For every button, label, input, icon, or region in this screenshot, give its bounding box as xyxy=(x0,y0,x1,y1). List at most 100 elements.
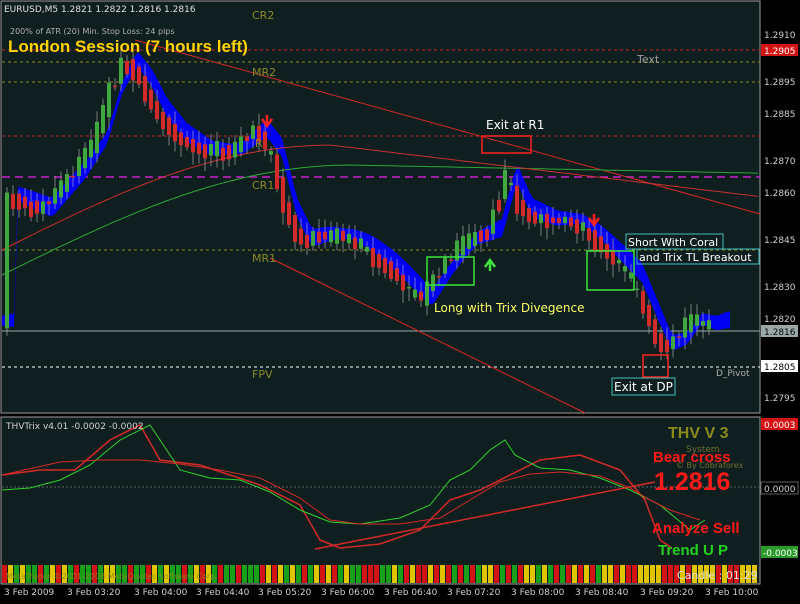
candle-body xyxy=(149,89,153,110)
candle-body xyxy=(515,185,519,214)
candle-body xyxy=(269,151,273,155)
heat-bar-cell xyxy=(350,565,355,583)
price-tick: 1.2885 xyxy=(764,110,796,120)
heat-bar-cell xyxy=(398,565,403,583)
heat-bar-cell xyxy=(470,565,475,583)
heat-bar-cell xyxy=(422,565,427,583)
candle-timer: Candle : 01:29 xyxy=(677,569,758,582)
candle-body xyxy=(263,131,267,150)
heat-bar-cell xyxy=(650,565,655,583)
candle-body xyxy=(227,144,231,160)
heat-bar-cell xyxy=(434,565,439,583)
candle-body xyxy=(617,259,621,264)
candle-body xyxy=(293,215,297,242)
candle-body xyxy=(389,261,393,279)
heat-bar-cell xyxy=(380,565,385,583)
candle-body xyxy=(53,188,57,204)
candle-body xyxy=(653,319,657,345)
candle-body xyxy=(59,180,63,198)
mr1-label: MR1 xyxy=(252,252,276,265)
candle-body xyxy=(695,314,699,327)
candle-body xyxy=(233,141,237,158)
candle-body xyxy=(683,317,687,338)
exit-r1-label: Exit at R1 xyxy=(486,118,544,132)
candle-body xyxy=(209,144,213,156)
heat-bar-cell xyxy=(608,565,613,583)
heat-bar-cell xyxy=(512,565,517,583)
candle-body xyxy=(245,136,249,142)
candle-body xyxy=(131,59,135,81)
candle-body xyxy=(119,57,123,84)
time-tick: 3 Feb 04:00 xyxy=(134,588,188,598)
heat-bar-cell xyxy=(596,565,601,583)
heat-bar-cell xyxy=(446,565,451,583)
candle-body xyxy=(203,144,207,159)
candle-body xyxy=(83,147,87,169)
heat-bar-cell xyxy=(308,565,313,583)
candle-body xyxy=(545,213,549,229)
candle-body xyxy=(623,266,627,272)
candle-body xyxy=(35,200,39,214)
analyze-text: Analyze Sell xyxy=(652,520,740,537)
candle-body xyxy=(23,196,27,209)
candle-body xyxy=(287,202,291,225)
exit-dp-label: Exit at DP xyxy=(614,380,673,394)
candle-body xyxy=(527,208,531,223)
price-chart[interactable]: EURUSD,M5 1.2821 1.2822 1.2816 1.2816 20… xyxy=(0,0,800,600)
candle-body xyxy=(155,101,159,120)
heat-bar-cell xyxy=(476,565,481,583)
candle-body xyxy=(413,289,417,298)
metatrader-chart-window[interactable]: EURUSD,M5 1.2821 1.2822 1.2816 1.2816 20… xyxy=(0,0,800,600)
heat-bar-cell xyxy=(404,565,409,583)
candle-body xyxy=(533,211,537,224)
candle-body xyxy=(41,201,45,214)
heat-bar-cell xyxy=(428,565,433,583)
candle-body xyxy=(383,258,387,274)
candle-body xyxy=(497,199,501,212)
indicator-title: THVTrix v4.01 -0.0002 -0.0002 xyxy=(5,422,144,432)
d-pivot-badge-text: 1.2805 xyxy=(764,363,796,373)
time-tick: 3 Feb 10:00 xyxy=(705,588,759,598)
price-tick: 1.2870 xyxy=(764,157,796,167)
candle-body xyxy=(17,193,21,210)
candle-body xyxy=(479,230,483,242)
candle-body xyxy=(599,236,603,253)
text-object-label[interactable]: Text xyxy=(636,53,660,66)
session-banner: London Session (7 hours left) xyxy=(8,37,248,56)
time-tick: 3 Feb 05:20 xyxy=(258,588,312,598)
candle-body xyxy=(677,336,681,338)
candle-body xyxy=(365,246,369,252)
time-tick: 3 Feb 03:20 xyxy=(67,588,121,598)
candle-body xyxy=(275,154,279,190)
candle-body xyxy=(581,222,585,231)
candle-body xyxy=(305,234,309,249)
cr2-label: CR2 xyxy=(252,9,274,22)
heat-bar-cell xyxy=(644,565,649,583)
heat-bar-cell xyxy=(320,565,325,583)
heat-bar-cell xyxy=(590,565,595,583)
heat-bar-cell xyxy=(218,565,223,583)
heat-bar-cell xyxy=(254,565,259,583)
candle-body xyxy=(449,259,453,261)
heat-bar-cell xyxy=(224,565,229,583)
price-tick: 1.2845 xyxy=(764,236,796,246)
indicator-panel[interactable] xyxy=(0,416,761,585)
heat-bar-cell xyxy=(638,565,643,583)
candle-body xyxy=(215,141,219,157)
candle-body xyxy=(647,305,651,327)
heat-bar-cell xyxy=(368,565,373,583)
candle-body xyxy=(239,136,243,153)
heat-bar-cell xyxy=(338,565,343,583)
candle-body xyxy=(299,228,303,245)
candle-body xyxy=(107,82,111,118)
heat-bar-cell xyxy=(458,565,463,583)
heat-bar-cell xyxy=(566,565,571,583)
heat-bar-cell xyxy=(356,565,361,583)
candle-body xyxy=(161,111,165,130)
heat-bar-cell xyxy=(542,565,547,583)
heat-bar-cell xyxy=(518,565,523,583)
heat-bar-cell xyxy=(410,565,415,583)
mr2-label: MR2 xyxy=(252,66,276,79)
heat-bar-cell xyxy=(506,565,511,583)
candle-body xyxy=(347,233,351,244)
